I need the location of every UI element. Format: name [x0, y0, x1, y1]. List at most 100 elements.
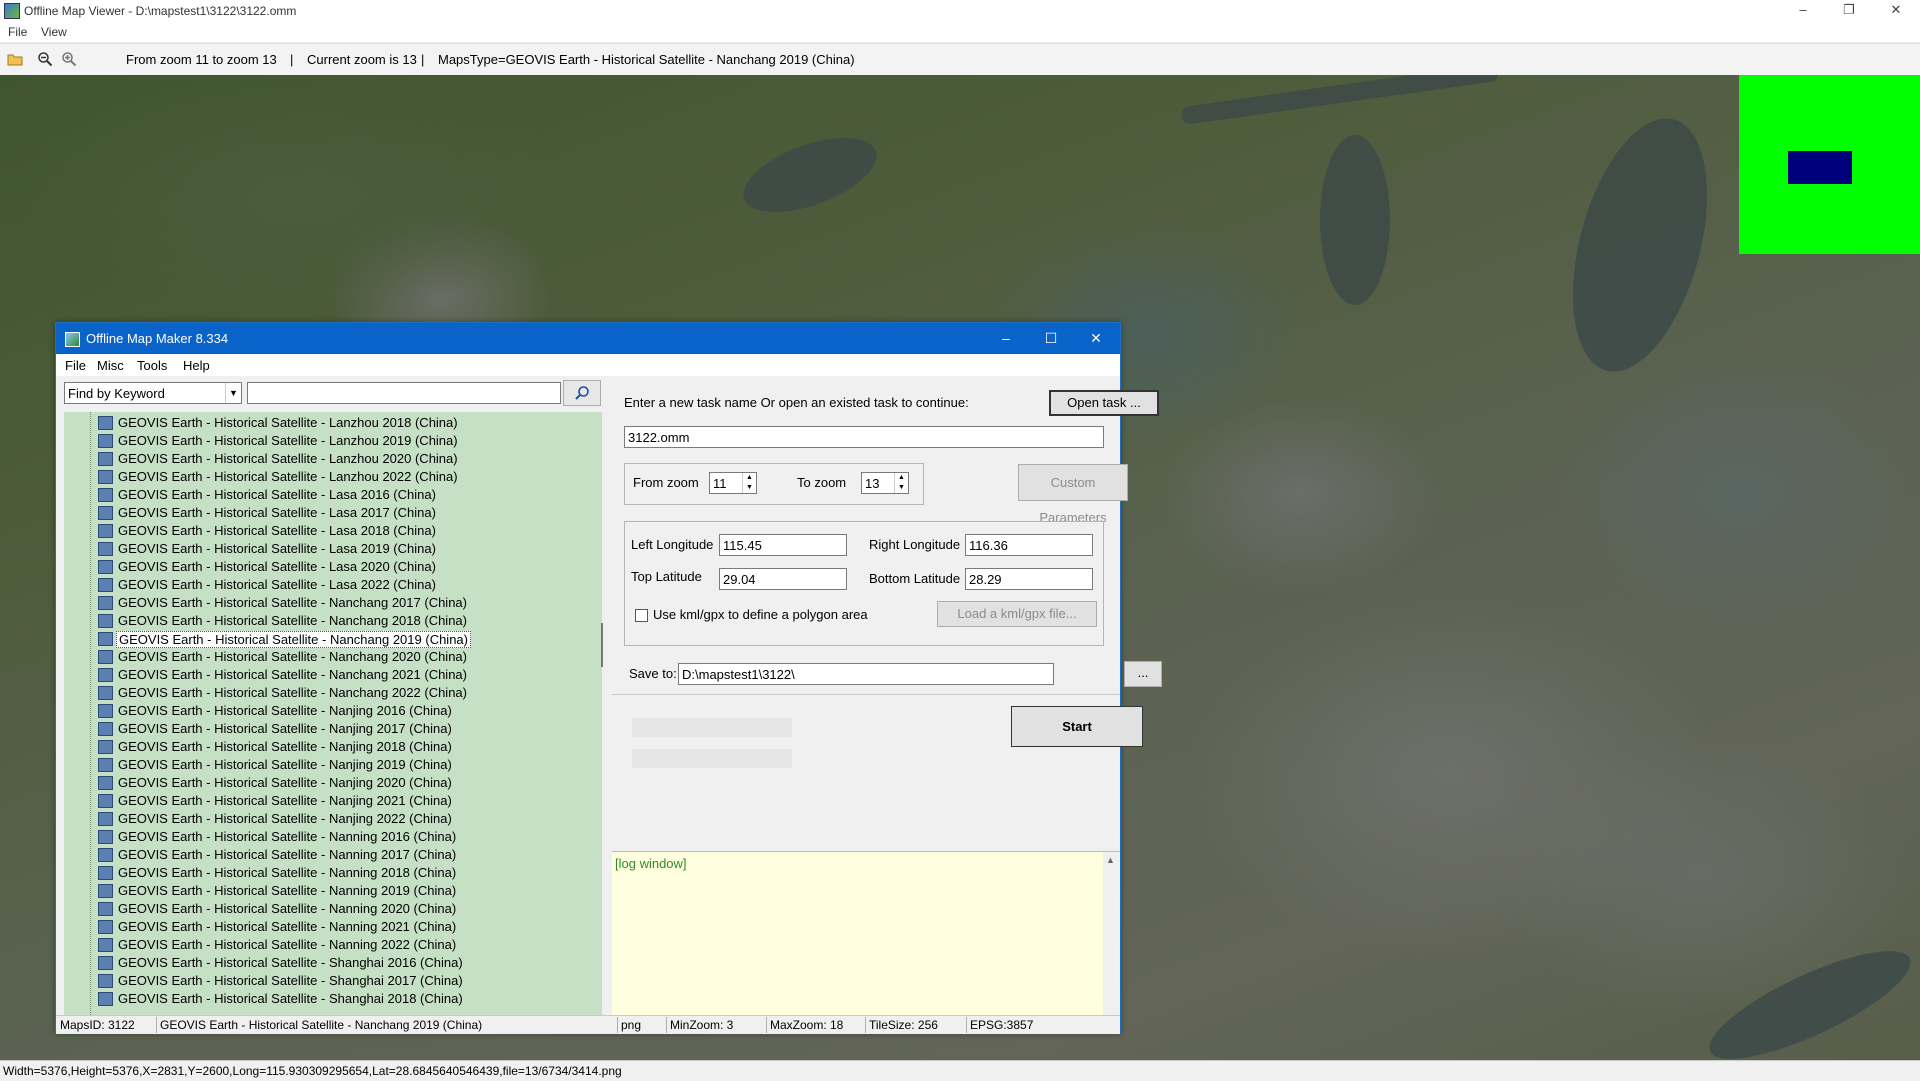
bottom-latitude-value: 28.29: [969, 572, 1002, 587]
tree-item-label: GEOVIS Earth - Historical Satellite - Na…: [118, 793, 452, 808]
dialog-menu-misc[interactable]: Misc: [97, 358, 124, 373]
maps-tree[interactable]: GEOVIS Earth - Historical Satellite - La…: [64, 412, 602, 1015]
load-kml-button[interactable]: Load a kml/gpx file...: [937, 601, 1097, 627]
zoom-in-icon[interactable]: [61, 51, 77, 67]
chevron-down-icon[interactable]: ▼: [225, 383, 241, 403]
tree-item-label: GEOVIS Earth - Historical Satellite - Na…: [118, 757, 452, 772]
map-layer-icon: [98, 470, 113, 484]
menu-file[interactable]: File: [8, 25, 27, 39]
dialog-menu-tools[interactable]: Tools: [137, 358, 167, 373]
map-layer-icon: [98, 668, 113, 682]
save-to-field[interactable]: D:\mapstest1\3122\: [678, 663, 1054, 685]
tree-item-label: GEOVIS Earth - Historical Satellite - Na…: [118, 703, 452, 718]
menu-view[interactable]: View: [41, 25, 67, 39]
zoom-group: From zoom 11 ▲ ▼ To zoom 13 ▲ ▼: [624, 463, 924, 505]
log-text: [log window]: [615, 856, 687, 871]
bottom-latitude-field[interactable]: 28.29: [965, 568, 1093, 590]
status-separator: [617, 1017, 618, 1033]
search-input[interactable]: [247, 382, 561, 404]
scroll-up-icon[interactable]: ▲: [1106, 855, 1115, 865]
minimap-viewport[interactable]: [1788, 151, 1852, 184]
tree-scrollbar[interactable]: [601, 623, 603, 667]
status-separator: [865, 1017, 866, 1033]
search-button[interactable]: [563, 380, 601, 406]
current-zoom-text: Current zoom is 13: [307, 52, 417, 67]
toolbar-separator: |: [290, 52, 294, 67]
tree-item-label: GEOVIS Earth - Historical Satellite - La…: [118, 415, 458, 430]
close-button[interactable]: ✕: [1873, 0, 1919, 22]
dialog-menu-help[interactable]: Help: [183, 358, 210, 373]
log-window[interactable]: [log window] ▲ ▼: [612, 851, 1120, 1032]
dialog-close-button[interactable]: ✕: [1074, 327, 1118, 349]
status-separator: [766, 1017, 767, 1033]
open-task-button[interactable]: Open task ...: [1049, 390, 1159, 416]
map-layer-icon: [98, 506, 113, 520]
tree-item-label: GEOVIS Earth - Historical Satellite - Na…: [118, 685, 467, 700]
custom-parameters-button[interactable]: Custom Parameters: [1018, 464, 1128, 525]
stepper-arrows-icon[interactable]: ▲ ▼: [742, 473, 756, 493]
tree-item-label: GEOVIS Earth - Historical Satellite - La…: [118, 451, 458, 466]
status-epsg: EPSG:3857: [970, 1018, 1034, 1032]
maximize-button[interactable]: ❐: [1826, 0, 1872, 22]
tree-item-label: GEOVIS Earth - Historical Satellite - La…: [118, 541, 436, 556]
open-folder-icon[interactable]: [7, 51, 23, 67]
toolbar-separator: |: [421, 52, 425, 67]
to-zoom-stepper[interactable]: 13 ▲ ▼: [861, 472, 909, 494]
browse-button[interactable]: ...: [1124, 661, 1162, 687]
save-to-label: Save to:: [629, 666, 677, 681]
from-zoom-stepper[interactable]: 11 ▲ ▼: [709, 472, 757, 494]
map-layer-icon: [98, 794, 113, 808]
dialog-status-bar: MapsID: 3122 GEOVIS Earth - Historical S…: [56, 1015, 1120, 1034]
map-layer-icon: [98, 578, 113, 592]
kml-label: Use kml/gpx to define a polygon area: [653, 607, 868, 622]
map-layer-icon: [98, 614, 113, 628]
map-layer-icon: [98, 830, 113, 844]
map-layer-icon: [98, 686, 113, 700]
map-layer-icon: [98, 740, 113, 754]
water-feature: [1320, 135, 1390, 305]
stepper-arrows-icon[interactable]: ▲ ▼: [894, 473, 908, 493]
task-name-field[interactable]: 3122.omm: [624, 426, 1104, 448]
dialog-minimize-button[interactable]: –: [984, 327, 1028, 349]
tree-item-label: GEOVIS Earth - Historical Satellite - Na…: [118, 937, 457, 952]
tree-item-label: GEOVIS Earth - Historical Satellite - Na…: [118, 847, 457, 862]
title-bar: Offline Map Viewer - D:\mapstest1\3122\3…: [0, 0, 1920, 22]
offline-map-maker-dialog: Offline Map Maker 8.334 – ☐ ✕ File Misc …: [55, 322, 1162, 1034]
to-zoom-value: 13: [865, 476, 880, 491]
map-layer-icon: [98, 866, 113, 880]
water-feature: [1697, 931, 1920, 1060]
water-feature: [1180, 75, 1500, 126]
zoom-range-text: From zoom 11 to zoom 13: [126, 52, 277, 67]
map-layer-icon: [98, 722, 113, 736]
log-scrollbar[interactable]: ▲ ▼: [1103, 852, 1120, 1032]
left-longitude-label: Left Longitude: [631, 537, 714, 552]
zoom-out-icon[interactable]: [37, 51, 53, 67]
start-button[interactable]: Start: [1011, 706, 1143, 747]
left-longitude-field[interactable]: 115.45: [719, 534, 847, 556]
water-feature: [1548, 103, 1732, 387]
top-latitude-label: Top Latitude: [631, 569, 702, 584]
from-zoom-label: From zoom: [633, 475, 699, 490]
find-mode-select[interactable]: Find by Keyword ▼: [64, 382, 242, 404]
minimap[interactable]: [1739, 75, 1920, 254]
map-layer-icon: [98, 632, 113, 646]
top-latitude-field[interactable]: 29.04: [719, 568, 847, 590]
top-latitude-value: 29.04: [723, 572, 756, 587]
tree-item-label: GEOVIS Earth - Historical Satellite - Na…: [118, 721, 452, 736]
tree-item-label: GEOVIS Earth - Historical Satellite - Na…: [116, 631, 471, 648]
tree-item-label: GEOVIS Earth - Historical Satellite - Na…: [118, 901, 457, 916]
minimize-button[interactable]: –: [1780, 0, 1826, 22]
map-layer-icon: [98, 758, 113, 772]
map-layer-icon: [98, 974, 113, 988]
right-longitude-value: 116.36: [969, 538, 1008, 553]
tree-item-label: GEOVIS Earth - Historical Satellite - Na…: [118, 919, 457, 934]
map-layer-icon: [98, 884, 113, 898]
dialog-title-bar: Offline Map Maker 8.334 – ☐ ✕: [56, 323, 1120, 354]
dialog-menu-file[interactable]: File: [65, 358, 86, 373]
tree-item-label: GEOVIS Earth - Historical Satellite - Na…: [118, 883, 457, 898]
kml-checkbox[interactable]: [635, 609, 648, 622]
bottom-latitude-label: Bottom Latitude: [869, 571, 961, 586]
right-longitude-field[interactable]: 116.36: [965, 534, 1093, 556]
dialog-maximize-button[interactable]: ☐: [1029, 327, 1073, 349]
coordinates-status-text: Width=5376,Height=5376,X=2831,Y=2600,Lon…: [3, 1064, 622, 1078]
